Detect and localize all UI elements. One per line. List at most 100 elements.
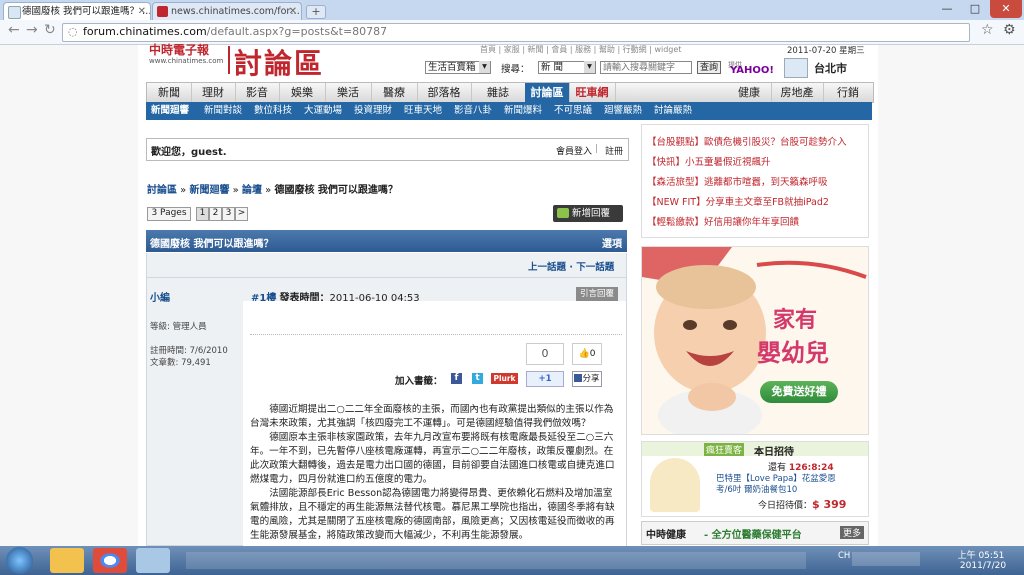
tab-active[interactable]: 德國廢核 我們可以跟進嗎？ … ✕ (3, 2, 151, 20)
next-page-button[interactable]: > (235, 207, 248, 221)
system-tray (852, 552, 920, 566)
paint-icon[interactable] (136, 548, 170, 573)
nav-item-medical[interactable]: 醫療 (371, 83, 418, 102)
share-button[interactable]: 分享 (572, 371, 602, 387)
page-2-button[interactable]: 2 (209, 207, 222, 221)
sidebar-news-link[interactable]: 【森活旅型】逃離都市喧囂，到天籟森呼吸 (647, 174, 828, 188)
baby-ad-banner[interactable]: 家有 嬰幼兒 免費送好禮 (641, 246, 869, 435)
promo-price-label: 今日招待價： (758, 501, 813, 511)
promo-price: 今日招待價：$ 399 (758, 498, 846, 511)
user-reg-date: 註冊時間: 7/6/2010 (150, 346, 228, 356)
nav-item-entertainment[interactable]: 娛樂 (279, 83, 326, 102)
nav-item-blog[interactable]: 部落格 (417, 83, 472, 102)
windows-start-icon[interactable] (6, 547, 33, 574)
subnav-item-hot-forum[interactable]: 討論嚴熱 (654, 102, 692, 120)
register-link[interactable]: 註冊 (605, 144, 623, 157)
page-3-button[interactable]: 3 (222, 207, 235, 221)
nav-item-cars[interactable]: 旺車網 (569, 83, 616, 102)
nav-item-lifestyle[interactable]: 樂活 (325, 83, 372, 102)
breadcrumb-forum[interactable]: 討論區 (147, 185, 177, 196)
nav-item-finance[interactable]: 理財 (191, 83, 236, 102)
tab-inactive[interactable]: news.chinatimes.com/for… ✕ (152, 2, 302, 20)
subnav-item-hot-echo[interactable]: 廻響嚴熱 (604, 102, 642, 120)
language-indicator[interactable]: CH (838, 551, 850, 561)
close-window-button[interactable]: ✕ (990, 0, 1022, 18)
weather-city[interactable]: 台北市 (814, 60, 847, 76)
breadcrumb-news-echo[interactable]: 新聞廻響 (189, 185, 229, 196)
bookmark-label: 加入書籤： (395, 376, 443, 387)
news-tag: 【NEW FIT】 (647, 197, 706, 208)
nav-item-forum[interactable]: 討論區 (525, 83, 570, 102)
tab-label: 德國廢核 我們可以跟進嗎？ … (22, 6, 151, 17)
search-button[interactable]: 查詢 (697, 61, 721, 74)
nav-item-marketing[interactable]: 行銷 (823, 83, 873, 102)
close-tab-icon[interactable]: ✕ (138, 3, 146, 20)
subnav-item-cars[interactable]: 旺車天地 (404, 102, 442, 120)
forward-icon[interactable]: → (26, 22, 38, 38)
subnav-item-sports[interactable]: 大運動場 (304, 102, 342, 120)
health-more-button[interactable]: 更多 (839, 526, 864, 539)
sidebar-news-link[interactable]: 【台股觀點】歐債危機引股災？台股可趁勢介入 (647, 134, 847, 148)
daily-deal-box[interactable]: 瘋狂賣客 本日招待 還有 126:8:24 巴特里【Love Papa】花盆愛恩… (641, 441, 869, 517)
promo-price-value: $ 399 (812, 498, 847, 511)
nav-item-magazine[interactable]: 雜誌 (471, 83, 526, 102)
explorer-icon[interactable] (50, 548, 84, 573)
nav-item-realestate[interactable]: 房地產 (771, 83, 824, 102)
sidebar-news-link[interactable]: 【快訊】小五童暑假近視飆升 (647, 154, 771, 168)
taskbar-programs (186, 552, 806, 569)
subnav-item-tech[interactable]: 數位科技 (254, 102, 292, 120)
bookmark-star-icon[interactable]: ☆ (981, 22, 994, 38)
reload-icon[interactable]: ↻ (44, 22, 56, 38)
chrome-icon[interactable] (93, 548, 127, 573)
plurk-button[interactable]: Plurk (491, 373, 518, 384)
chinatimes-logo[interactable]: 中時電子報 www.chinatimes.com (149, 44, 224, 74)
login-link[interactable]: 會員登入 (556, 144, 592, 157)
back-icon[interactable]: ← (8, 22, 20, 38)
subnav-item-news-talk[interactable]: 新聞對談 (204, 102, 242, 120)
subnav-item-incredible[interactable]: 不可思議 (554, 102, 592, 120)
subnav-item-investment[interactable]: 投資理財 (354, 102, 392, 120)
thread-nav: 上一話題 · 下一話題 (528, 262, 615, 273)
subnav-item-gossip[interactable]: 影音八卦 (454, 102, 492, 120)
category-select[interactable]: 生活百寶箱 ▾ (425, 61, 491, 74)
prev-topic-link[interactable]: 上一話題 (528, 262, 566, 273)
maximize-button[interactable]: □ (962, 0, 988, 18)
clock-time[interactable]: 上午 05:51 (956, 548, 1006, 561)
page-1-button[interactable]: 1 (196, 207, 209, 221)
top-links[interactable]: 首頁 | 家服 | 新聞 | 會員 | 服務 | 幫助 | 行動網 | widg… (480, 44, 681, 55)
nav-item-health[interactable]: 健康 (727, 83, 772, 102)
next-topic-link[interactable]: 下一話題 (576, 262, 614, 273)
quote-reply-button[interactable]: 引言回覆 (576, 287, 618, 301)
subnav-item-news-echo[interactable]: 新聞廻響 (151, 102, 189, 120)
minimize-button[interactable]: — (934, 0, 960, 18)
news-tag: 【輕鬆繳款】 (647, 217, 705, 228)
sidebar-news-link[interactable]: 【輕鬆繳款】好信用讓你年年享回饋 (647, 214, 799, 228)
thread-options[interactable]: 選項 (602, 235, 622, 250)
thumbs-up-button[interactable]: 👍0 (572, 343, 602, 365)
health-banner[interactable]: 中時健康 - 全方位醫藥保健平台 更多 (641, 521, 869, 545)
ad-gift-button[interactable]: 免費送好禮 (760, 381, 838, 403)
new-reply-button[interactable]: 新增回覆 (553, 205, 623, 222)
search-scope-select[interactable]: 新 聞 ▾ (538, 61, 596, 74)
health-title: 中時健康 (646, 530, 686, 541)
thread-header: 德國廢核 我們可以跟進嗎？ 選項 (146, 230, 627, 252)
clock-date[interactable]: 2011/7/20 (956, 561, 1010, 571)
subnav-item-scoop[interactable]: 新聞爆料 (504, 102, 542, 120)
nav-item-news[interactable]: 新聞 (147, 83, 192, 102)
user-post-count: 文章數: 79,491 (150, 358, 211, 368)
twitter-icon[interactable]: t (472, 373, 483, 384)
promo-product-image (650, 458, 700, 512)
yahoo-logo[interactable]: YAHOO! (730, 65, 774, 76)
nav-item-video[interactable]: 影音 (235, 83, 280, 102)
new-tab-button[interactable]: + (306, 5, 326, 19)
post-author[interactable]: 小編 (150, 289, 170, 304)
sidebar-news-link[interactable]: 【NEW FIT】分享車主文章至FB就抽iPad2 (647, 194, 829, 208)
facebook-icon[interactable]: f (451, 373, 462, 384)
wrench-icon[interactable]: ⚙ (1003, 22, 1016, 38)
logo-divider (228, 46, 230, 74)
close-tab-icon[interactable]: ✕ (289, 3, 297, 20)
address-bar[interactable]: ◌ forum.chinatimes.com/default.aspx?g=po… (62, 23, 970, 42)
search-input[interactable] (600, 61, 692, 74)
breadcrumb-board[interactable]: 論壇 (242, 185, 262, 196)
google-plus-one-button[interactable]: +1 (526, 371, 564, 387)
